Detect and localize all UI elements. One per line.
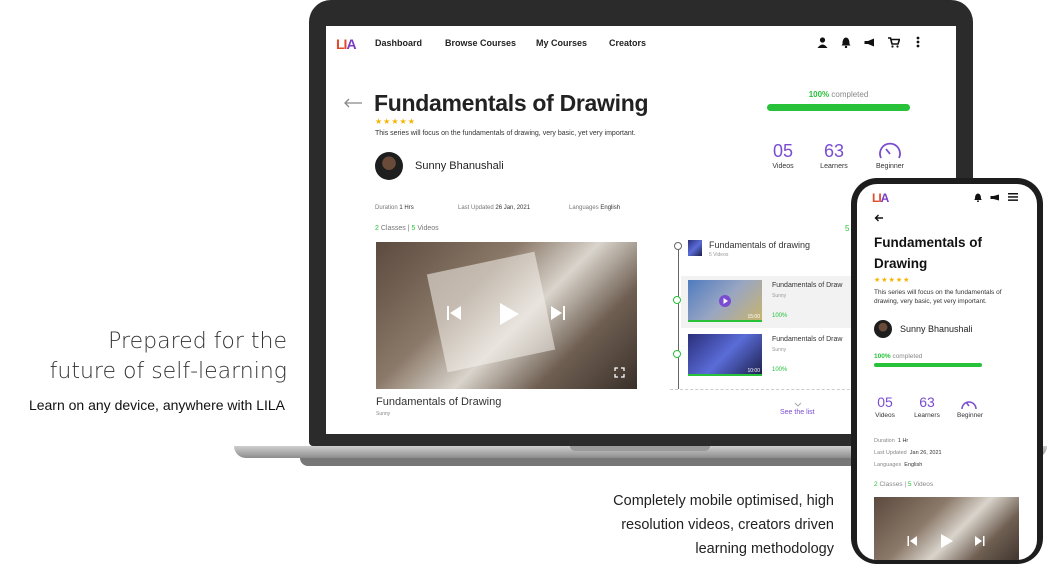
mobile-course-title: Fundamentals of Drawing — [874, 235, 983, 271]
mobile-meta-duration: Duration 1 Hr — [874, 438, 909, 444]
creator-name[interactable]: Sunny Bhanushali — [415, 160, 504, 172]
mobile-progress-track — [874, 363, 982, 367]
mobile-meta-languages: Languages English — [874, 462, 923, 468]
user-icon[interactable] — [817, 37, 828, 48]
back-arrow-icon[interactable] — [343, 98, 363, 108]
course-title: Fundamentals of Drawing — [374, 90, 649, 116]
playlist-item-2-creator: Sunny — [772, 347, 787, 353]
gauge-icon — [879, 142, 901, 159]
mobile-copy-line-3: learning methodology — [695, 541, 834, 557]
mobile-course-description: This series will focus on the fundamenta… — [874, 289, 1002, 305]
mobile-video-player[interactable] — [874, 497, 1019, 560]
phone-screen: LIA Fundamentals of Drawing ★★★★★ This se… — [857, 184, 1037, 560]
play-icon[interactable] — [498, 302, 520, 326]
playlist-divider — [670, 389, 860, 390]
meta-duration: Duration 1 Hrs — [375, 205, 414, 211]
mobile-meta-updated: Last Updated Jan 26, 2021 — [874, 450, 942, 456]
video-creator: Sunny — [376, 411, 391, 417]
mobile-next-icon[interactable] — [974, 535, 985, 547]
hamburger-menu-icon[interactable] — [1008, 193, 1018, 201]
mobile-megaphone-icon[interactable] — [990, 194, 1000, 201]
mobile-meta: Duration 1 Hr Last Updated Jan 26, 2021 … — [874, 435, 942, 471]
mobile-lila-logo[interactable]: LIA — [872, 191, 889, 205]
mobile-creator-avatar[interactable] — [874, 320, 892, 338]
mobile-progress-fill — [874, 363, 982, 367]
mobile-classes-videos-count: 2 Classes | 5 Videos — [874, 481, 934, 488]
mobile-learners-label: Learners — [914, 412, 940, 419]
classes-videos-count: 2 Classes | 5 Videos — [375, 225, 439, 232]
nav-dashboard[interactable]: Dashboard — [375, 38, 422, 48]
mobile-creator-name[interactable]: Sunny Bhanushali — [900, 324, 973, 334]
mobile-bell-icon[interactable] — [974, 193, 982, 202]
course-progress-track — [767, 104, 910, 111]
videos-label: Videos — [772, 163, 794, 170]
playlist-item-1-creator: Sunny — [772, 293, 787, 299]
fullscreen-icon[interactable] — [614, 367, 625, 378]
play-circle-icon — [719, 295, 731, 307]
headline-line-2: future of self-learning — [49, 359, 287, 384]
playlist-item-1-progress: 100% — [772, 313, 788, 319]
more-vertical-icon[interactable] — [916, 36, 920, 48]
course-description: This series will focus on the fundamenta… — [375, 130, 636, 137]
timeline-node-1 — [673, 296, 681, 304]
playlist-item-1-title[interactable]: Fundamentals of Draw — [772, 282, 842, 289]
mobile-play-icon[interactable] — [940, 533, 954, 549]
playlist-thumbnail-2[interactable]: 10:00 — [688, 334, 762, 376]
meta-last-updated: Last Updated 26 Jan, 2021 — [458, 205, 531, 211]
mobile-copy-line-1: Completely mobile optimised, high — [613, 493, 834, 509]
playlist-section-sub: 5 Videos — [709, 252, 729, 258]
mobile-previous-icon[interactable] — [907, 535, 918, 547]
mobile-progress-text: 100% completed — [874, 353, 923, 360]
playlist-item-2-progress: 100% — [772, 367, 788, 373]
creator-avatar[interactable] — [375, 152, 403, 180]
mobile-gauge-icon — [961, 401, 977, 410]
subline: Learn on any device, anywhere with LILA — [28, 397, 285, 413]
playlist-item-2-title[interactable]: Fundamentals of Draw — [772, 336, 842, 343]
playlist-right-count: 5 — [845, 224, 850, 233]
see-the-list-link[interactable]: See the list — [780, 409, 815, 416]
playlist-timeline — [678, 244, 679, 389]
mobile-copy-line-2: resolution videos, creators driven — [621, 517, 834, 533]
section-thumbnail — [688, 240, 702, 256]
course-progress-fill — [767, 104, 910, 111]
nav-creators[interactable]: Creators — [609, 38, 646, 48]
cart-icon[interactable] — [888, 37, 900, 48]
headline-line-1: Prepared for the — [108, 329, 287, 354]
mobile-videos-label: Videos — [875, 412, 895, 419]
mobile-learners-count: 63 — [919, 394, 935, 410]
nav-my-courses[interactable]: My Courses — [536, 38, 587, 48]
thumbnail-2-progress — [688, 374, 762, 376]
playlist-section-title[interactable]: Fundamentals of drawing — [709, 240, 810, 250]
learners-label: Learners — [820, 163, 848, 170]
video-title: Fundamentals of Drawing — [376, 396, 502, 408]
level-label: Beginner — [875, 163, 905, 170]
next-icon[interactable] — [550, 304, 566, 322]
learners-count: 63 — [823, 141, 845, 161]
laptop-hinge — [570, 446, 710, 451]
mobile-rating-stars: ★★★★★ — [874, 277, 911, 284]
video-player[interactable] — [376, 242, 637, 389]
thumbnail-1-progress — [688, 320, 762, 322]
mobile-videos-count: 05 — [877, 394, 893, 410]
megaphone-icon[interactable] — [864, 38, 876, 47]
mobile-back-arrow-icon[interactable] — [874, 214, 884, 222]
lila-logo[interactable]: LIA — [336, 36, 357, 52]
previous-icon[interactable] — [446, 304, 462, 322]
course-progress-text: 100% completed — [808, 90, 869, 99]
chevron-down-icon[interactable] — [794, 402, 802, 407]
timeline-node-2 — [673, 350, 681, 358]
bell-icon[interactable] — [841, 37, 851, 48]
nav-browse-courses[interactable]: Browse Courses — [445, 38, 516, 48]
playlist-thumbnail-1[interactable]: 15:00 — [688, 280, 762, 322]
mobile-level-label: Beginner — [956, 412, 984, 419]
videos-count: 05 — [772, 141, 794, 161]
rating-stars: ★★★★★ — [375, 117, 416, 126]
meta-languages: Languages English — [569, 205, 621, 211]
timeline-node-section — [674, 242, 682, 250]
